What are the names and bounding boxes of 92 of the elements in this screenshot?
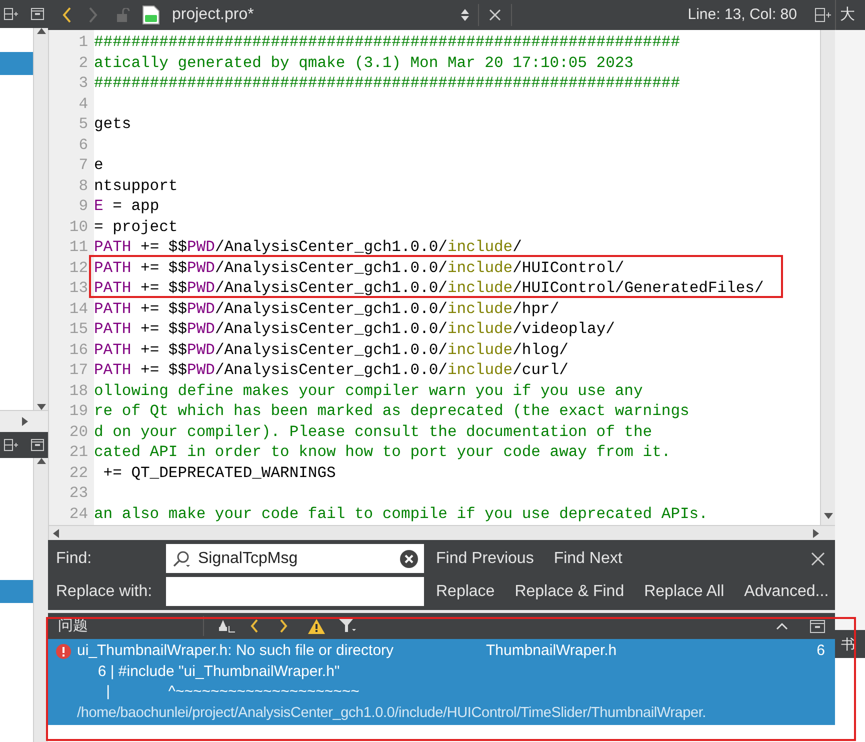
close-panel-icon[interactable] bbox=[31, 8, 44, 20]
find-button[interactable]: Replace All bbox=[644, 580, 724, 604]
file-icon bbox=[142, 5, 160, 25]
line-number: 24 bbox=[68, 504, 89, 524]
line-number: 3 bbox=[78, 73, 89, 94]
search-icon bbox=[172, 550, 192, 568]
line-number: 6 bbox=[78, 134, 89, 155]
warning-icon[interactable] bbox=[308, 618, 325, 634]
code-line: an also make your code fail to compile if you use deprecated APIs. bbox=[94, 504, 708, 524]
scroll-down-icon[interactable] bbox=[824, 513, 832, 519]
replace-field[interactable] bbox=[166, 577, 424, 606]
code-line: d on your compiler). Please consult the documentation of the bbox=[94, 422, 652, 442]
line-number: 19 bbox=[68, 401, 89, 422]
line-number: 4 bbox=[78, 94, 89, 114]
line-number: 14 bbox=[68, 298, 89, 319]
previous-icon[interactable] bbox=[250, 619, 259, 633]
scrollbar[interactable] bbox=[33, 458, 48, 742]
error-icon bbox=[56, 644, 71, 659]
split-icon[interactable] bbox=[4, 8, 18, 20]
issue-detail: 6 | #include "ui_ThumbnailWraper.h" bbox=[96, 662, 341, 682]
code-line: gets bbox=[94, 114, 132, 134]
scroll-left-icon[interactable] bbox=[53, 528, 59, 538]
close-icon[interactable] bbox=[810, 552, 825, 566]
code-line: ntsupport bbox=[94, 176, 178, 196]
back-icon[interactable] bbox=[62, 7, 72, 23]
line-number: 1 bbox=[78, 32, 89, 52]
line-number: 8 bbox=[78, 176, 89, 196]
line-number: 11 bbox=[68, 237, 89, 258]
close-icon[interactable] bbox=[488, 9, 501, 21]
scroll-right-icon[interactable] bbox=[22, 417, 28, 426]
cursor-position[interactable]: Line: 13, Col: 80 bbox=[688, 4, 797, 26]
code-line: ollowing define makes your compiler warn you if you use any bbox=[94, 380, 643, 401]
line-number: 15 bbox=[68, 319, 89, 340]
line-number: 20 bbox=[68, 422, 89, 442]
line-number: 21 bbox=[68, 442, 89, 462]
line-number: 17 bbox=[68, 360, 89, 380]
line-number: 2 bbox=[78, 52, 89, 73]
scrollbar[interactable] bbox=[33, 28, 48, 410]
code-line: PATH += $$PWD/AnalysisCenter_gch1.0.0/include/ bbox=[94, 237, 522, 258]
find-button[interactable]: Find Previous bbox=[436, 546, 534, 570]
code-line: PATH += $$PWD/AnalysisCenter_gch1.0.0/include/curl/ bbox=[94, 360, 568, 380]
code-line: cated API in order to know how to port your code away from it. bbox=[94, 442, 671, 462]
line-number: 18 bbox=[68, 380, 89, 401]
find-button[interactable]: Replace & Find bbox=[514, 580, 624, 604]
collapse-icon[interactable] bbox=[776, 622, 788, 630]
line-number: 23 bbox=[68, 483, 89, 504]
code-line: PATH += $$PWD/AnalysisCenter_gch1.0.0/include/HUIControl/GeneratedFiles/ bbox=[94, 278, 764, 298]
code-line: ############################################################### bbox=[94, 73, 680, 94]
find-label: Find: bbox=[56, 548, 93, 568]
line-number: 10 bbox=[68, 216, 89, 237]
line-number: 13 bbox=[68, 278, 89, 298]
replace-label: Replace with: bbox=[56, 582, 154, 602]
code-line: += QT_DEPRECATED_WARNINGS bbox=[102, 462, 336, 483]
code-line: e bbox=[94, 155, 104, 176]
line-number: 16 bbox=[68, 340, 89, 360]
filter-icon[interactable] bbox=[339, 619, 357, 633]
clear-icon[interactable] bbox=[400, 550, 418, 568]
line-number: 22 bbox=[68, 462, 89, 483]
code-line: PATH += $$PWD/AnalysisCenter_gch1.0.0/include/hpr/ bbox=[94, 298, 560, 319]
issue-file: ThumbnailWraper.h bbox=[486, 641, 617, 661]
line-number: 5 bbox=[78, 114, 89, 134]
find-button[interactable]: Replace bbox=[436, 580, 495, 604]
code-line: re of Qt which has been marked as deprecated (the exact warnings bbox=[94, 401, 690, 422]
scrollbar[interactable] bbox=[49, 525, 835, 540]
sidebar-toggle-icon[interactable] bbox=[218, 619, 236, 633]
close-panel-icon[interactable] bbox=[810, 620, 825, 632]
find-field[interactable]: SignalTcpMsg bbox=[166, 544, 424, 573]
code-line: PATH += $$PWD/AnalysisCenter_gch1.0.0/include/hlog/ bbox=[94, 340, 568, 360]
find-button[interactable]: Advanced... bbox=[744, 580, 829, 604]
sort-arrows-icon[interactable] bbox=[460, 8, 470, 22]
find-button[interactable]: Find Next bbox=[554, 546, 622, 570]
split-icon[interactable] bbox=[4, 439, 18, 451]
issue-message: ui_ThumbnailWraper.h: No such file or directory bbox=[77, 641, 395, 661]
code-line: PATH += $$PWD/AnalysisCenter_gch1.0.0/include/videoplay/ bbox=[94, 319, 615, 340]
issue-detail: | ^~~~~~~~~~~~~~~~~~~~~~ bbox=[105, 682, 360, 702]
code-line: PATH += $$PWD/AnalysisCenter_gch1.0.0/include/HUIControl/ bbox=[94, 258, 624, 278]
split-icon[interactable] bbox=[815, 8, 831, 22]
issue-detail: /home/baochunlei/project/AnalysisCenter_gch1.0.0/include/HUIControl/TimeSlider/ThumbnailWraper. bbox=[76, 704, 707, 722]
code-line: E = app bbox=[94, 196, 160, 216]
issue-row[interactable] bbox=[48, 639, 835, 725]
code-line: ############################################################### bbox=[94, 32, 680, 52]
line-number: 12 bbox=[68, 258, 89, 278]
code-line: = project bbox=[94, 216, 178, 237]
line-number: 7 bbox=[78, 155, 89, 176]
close-panel-icon[interactable] bbox=[31, 439, 44, 451]
issue-line: 6 bbox=[816, 641, 825, 661]
scrollbar[interactable] bbox=[820, 30, 835, 525]
code-line: atically generated by qmake (3.1) Mon Mar 20 17:10:05 2023 bbox=[94, 52, 634, 73]
line-number: 9 bbox=[78, 196, 89, 216]
file-name[interactable]: project.pro* bbox=[172, 3, 254, 27]
next-icon[interactable] bbox=[279, 619, 288, 633]
scroll-right-icon[interactable] bbox=[813, 528, 819, 538]
